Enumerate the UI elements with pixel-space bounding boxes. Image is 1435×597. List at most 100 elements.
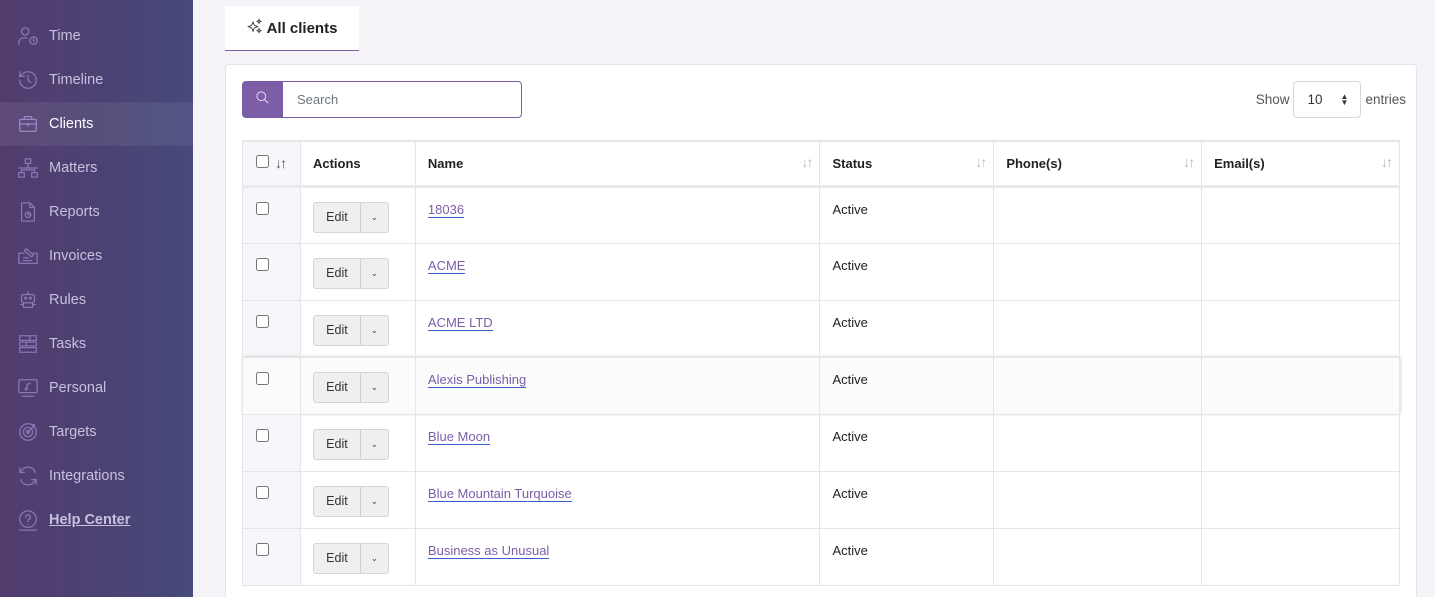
status-text: Active — [832, 485, 868, 501]
search-input[interactable] — [283, 81, 522, 118]
sort-icon[interactable]: ↓↑ — [1183, 154, 1195, 170]
sparkles-icon — [246, 18, 263, 38]
client-name-link[interactable]: Business as Unusual — [427, 542, 550, 559]
column-header-phones[interactable]: Phone(s) ↓↑ — [993, 140, 1203, 188]
dropdown-toggle[interactable]: ⌄ — [361, 544, 388, 573]
tab-label: All clients — [266, 19, 338, 37]
status-cell: Active — [819, 413, 995, 472]
table-row: Edit ⌄ Blue Moon Active — [242, 413, 1400, 472]
status-cell: Active — [819, 356, 995, 415]
chevron-down-icon: ⌄ — [370, 381, 379, 392]
phones-cell — [993, 242, 1203, 301]
edit-button[interactable]: Edit — [314, 372, 361, 402]
client-name-link[interactable]: ACME LTD — [427, 314, 493, 331]
edit-button[interactable]: Edit — [314, 543, 361, 573]
table-row: Edit ⌄ ACME Active — [242, 242, 1400, 301]
sidebar-item-targets[interactable]: Targets — [0, 410, 193, 454]
sidebar-item-personal[interactable]: Personal — [0, 366, 193, 410]
sort-icon[interactable]: ↓↑ — [975, 154, 987, 170]
phones-cell — [993, 356, 1203, 415]
phones-cell — [993, 299, 1203, 358]
name-cell: 18036 — [414, 185, 821, 244]
name-cell: Blue Moon — [414, 413, 821, 472]
edit-button-group: Edit ⌄ — [312, 428, 389, 460]
column-header-name[interactable]: Name ↓↑ — [414, 140, 821, 188]
search-button[interactable] — [242, 81, 283, 118]
client-name-link[interactable]: 18036 — [427, 201, 465, 218]
status-cell: Active — [819, 242, 995, 301]
dropdown-toggle[interactable]: ⌄ — [361, 316, 388, 345]
sort-icon[interactable]: ↓↑ — [1381, 154, 1393, 170]
row-select-cell — [242, 299, 301, 358]
sidebar-item-tasks[interactable]: Tasks — [0, 322, 193, 366]
sidebar-item-label: Matters — [49, 160, 98, 176]
sidebar-item-invoices[interactable]: Invoices — [0, 234, 193, 278]
edit-button-group: Edit ⌄ — [312, 314, 389, 346]
actions-cell: Edit ⌄ — [299, 413, 416, 472]
sidebar-item-label: Integrations — [49, 468, 125, 484]
sidebar-item-timeline[interactable]: Timeline — [0, 58, 193, 102]
sort-icon[interactable]: ↓↑ — [275, 155, 287, 171]
edit-button-group: Edit ⌄ — [312, 485, 389, 517]
row-checkbox[interactable] — [256, 201, 269, 215]
dropdown-toggle[interactable]: ⌄ — [361, 373, 388, 402]
dropdown-toggle[interactable]: ⌄ — [361, 259, 388, 288]
entries-select[interactable]: 10 ▲ ▼ — [1293, 81, 1362, 118]
robot-icon — [17, 289, 39, 311]
sidebar-item-reports[interactable]: Reports — [0, 190, 193, 234]
monitor-music-icon — [17, 377, 39, 399]
row-checkbox[interactable] — [256, 314, 269, 328]
file-chart-icon — [17, 201, 39, 223]
status-text: Active — [832, 542, 868, 558]
emails-cell — [1201, 470, 1400, 529]
sort-icon[interactable]: ↓↑ — [801, 154, 813, 170]
sidebar-item-help-center[interactable]: Help Center — [0, 498, 193, 542]
emails-cell — [1201, 527, 1400, 586]
sidebar-item-label: Invoices — [49, 248, 103, 264]
target-icon — [17, 421, 39, 443]
sidebar-item-clients[interactable]: Clients — [0, 102, 193, 146]
dropdown-toggle[interactable]: ⌄ — [361, 430, 388, 459]
sidebar-item-label: Time — [49, 28, 81, 44]
name-cell: Business as Unusual — [414, 527, 821, 586]
entries-value: 10 — [1307, 92, 1323, 107]
main-content: All clients Show 10 ▲▼ entries ↓ — [193, 0, 1435, 597]
client-name-link[interactable]: Blue Mountain Turquoise — [427, 485, 572, 502]
name-cell: ACME LTD — [414, 299, 821, 358]
status-cell: Active — [819, 299, 995, 358]
phones-cell — [993, 470, 1203, 529]
sync-icon — [17, 465, 39, 487]
tab-all-clients[interactable]: All clients — [225, 6, 359, 51]
sidebar-item-rules[interactable]: Rules — [0, 278, 193, 322]
edit-button[interactable]: Edit — [314, 258, 361, 288]
tasks-icon — [17, 333, 39, 355]
status-cell: Active — [819, 527, 995, 586]
row-checkbox[interactable] — [256, 428, 269, 442]
edit-button[interactable]: Edit — [314, 315, 361, 345]
client-name-link[interactable]: ACME — [427, 257, 466, 274]
actions-cell: Edit ⌄ — [299, 299, 416, 358]
table-header-row: ↓↑ Actions Name ↓↑ Status ↓↑ Phone(s) ↓↑ Em… — [242, 140, 1400, 188]
briefcase-icon — [17, 113, 39, 135]
row-checkbox[interactable] — [256, 257, 269, 271]
row-select-cell — [242, 242, 301, 301]
client-name-link[interactable]: Blue Moon — [427, 428, 491, 445]
row-checkbox[interactable] — [256, 485, 269, 499]
edit-button[interactable]: Edit — [314, 429, 361, 459]
chevron-down-icon: ⌄ — [370, 438, 379, 449]
sidebar-item-matters[interactable]: Matters — [0, 146, 193, 190]
sidebar-item-integrations[interactable]: Integrations — [0, 454, 193, 498]
chevron-down-icon: ⌄ — [370, 267, 379, 278]
column-header-emails[interactable]: Email(s) ↓↑ — [1201, 140, 1400, 188]
edit-button[interactable]: Edit — [314, 202, 361, 232]
column-header-status[interactable]: Status ↓↑ — [819, 140, 995, 188]
row-checkbox[interactable] — [256, 371, 269, 385]
edit-button[interactable]: Edit — [314, 486, 361, 516]
client-name-link[interactable]: Alexis Publishing — [427, 371, 527, 388]
dropdown-toggle[interactable]: ⌄ — [361, 203, 388, 232]
sidebar-item-time[interactable]: Time — [0, 14, 193, 58]
row-checkbox[interactable] — [256, 542, 269, 556]
status-cell: Active — [819, 470, 995, 529]
select-all-checkbox[interactable] — [256, 155, 269, 169]
dropdown-toggle[interactable]: ⌄ — [361, 487, 388, 516]
